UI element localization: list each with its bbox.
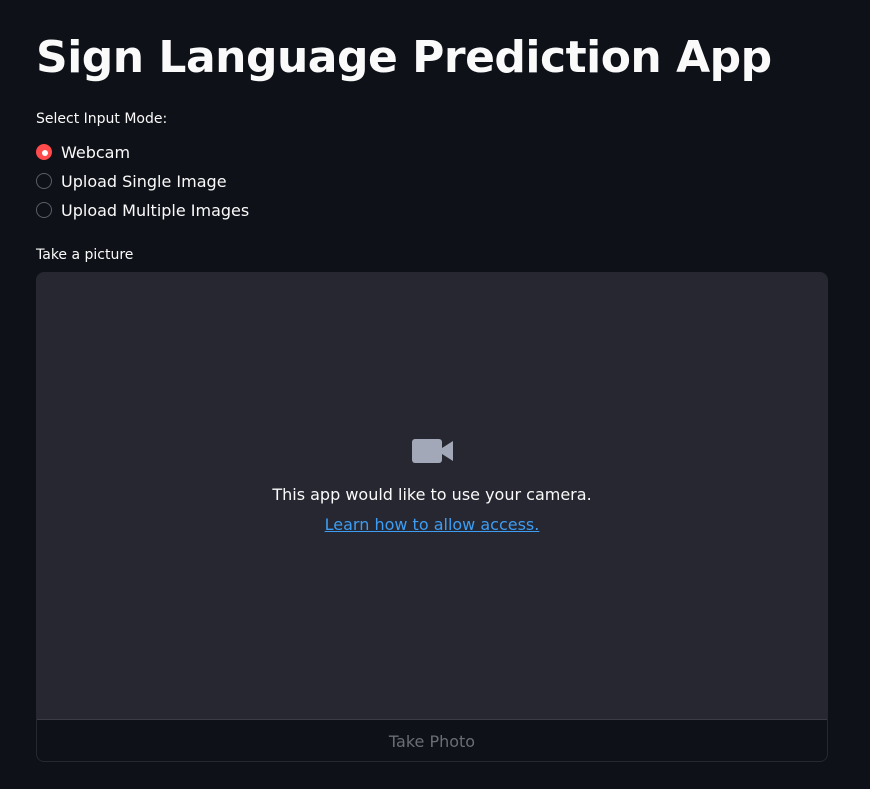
camera-input: This app would like to use your camera. …: [36, 272, 828, 762]
radio-option-label: Webcam: [61, 142, 131, 162]
page-title: Sign Language Prediction App: [36, 32, 772, 83]
radio-unselected-icon[interactable]: [36, 202, 52, 218]
radio-option-label: Upload Single Image: [61, 171, 227, 191]
input-mode-radio-group: Webcam Upload Single Image Upload Multip…: [36, 141, 249, 228]
video-camera-icon: [412, 439, 453, 463]
app-container: Sign Language Prediction App Select Inpu…: [0, 0, 870, 789]
radio-option-upload-multiple-images[interactable]: Upload Multiple Images: [36, 199, 249, 221]
camera-input-label: Take a picture: [36, 247, 134, 263]
radio-option-upload-single-image[interactable]: Upload Single Image: [36, 170, 249, 192]
input-mode-label: Select Input Mode:: [36, 111, 168, 127]
camera-preview-area: This app would like to use your camera. …: [37, 273, 827, 719]
camera-permission-message: This app would like to use your camera.: [272, 485, 592, 504]
radio-option-label: Upload Multiple Images: [61, 200, 250, 220]
radio-selected-icon[interactable]: [36, 144, 52, 160]
take-photo-button[interactable]: Take Photo: [37, 719, 827, 761]
radio-unselected-icon[interactable]: [36, 173, 52, 189]
allow-access-link[interactable]: Learn how to allow access.: [325, 515, 540, 534]
camera-help-link-wrapper: Learn how to allow access.: [37, 515, 827, 534]
radio-option-webcam[interactable]: Webcam: [36, 141, 249, 163]
